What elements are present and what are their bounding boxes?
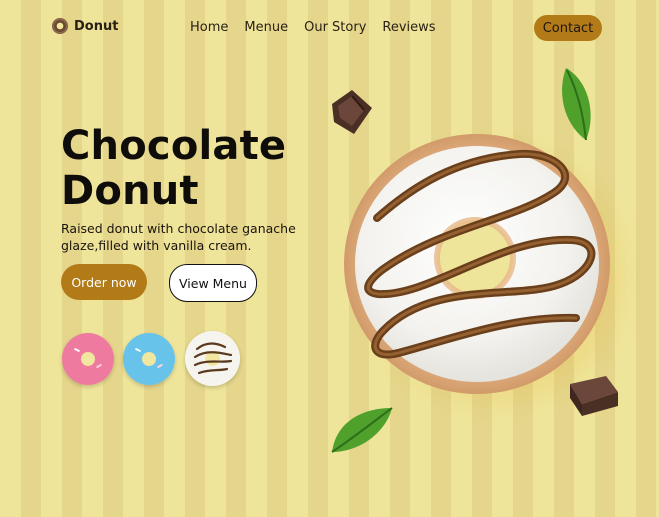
contact-button[interactable]: Contact bbox=[534, 15, 602, 41]
leaf-icon bbox=[562, 68, 591, 141]
nav-menue[interactable]: Menue bbox=[244, 20, 288, 35]
white-chocolate-donut-thumbnail[interactable] bbox=[185, 331, 240, 386]
hero-title: Chocolate Donut bbox=[61, 123, 287, 214]
pink-donut-thumbnail[interactable] bbox=[62, 333, 114, 385]
chocolate-piece-icon bbox=[332, 90, 372, 134]
leaf-icon bbox=[331, 407, 393, 453]
blue-donut-thumbnail[interactable] bbox=[123, 333, 175, 385]
main-nav: Home Menue Our Story Reviews bbox=[190, 20, 436, 35]
nav-reviews[interactable]: Reviews bbox=[382, 20, 435, 35]
nav-our-story[interactable]: Our Story bbox=[304, 20, 366, 35]
nav-home[interactable]: Home bbox=[190, 20, 228, 35]
chocolate-drizzle-icon bbox=[193, 342, 233, 375]
brand-logo[interactable]: Donut bbox=[52, 18, 118, 34]
brand-name: Donut bbox=[74, 18, 119, 34]
view-menu-button[interactable]: View Menu bbox=[169, 264, 257, 302]
chocolate-piece-icon bbox=[570, 376, 618, 416]
donut-illustration bbox=[344, 134, 610, 394]
order-now-button[interactable]: Order now bbox=[61, 264, 147, 300]
donut-logo-icon bbox=[52, 18, 68, 34]
hero-subtitle: Raised donut with chocolate ganache glaz… bbox=[61, 221, 296, 253]
